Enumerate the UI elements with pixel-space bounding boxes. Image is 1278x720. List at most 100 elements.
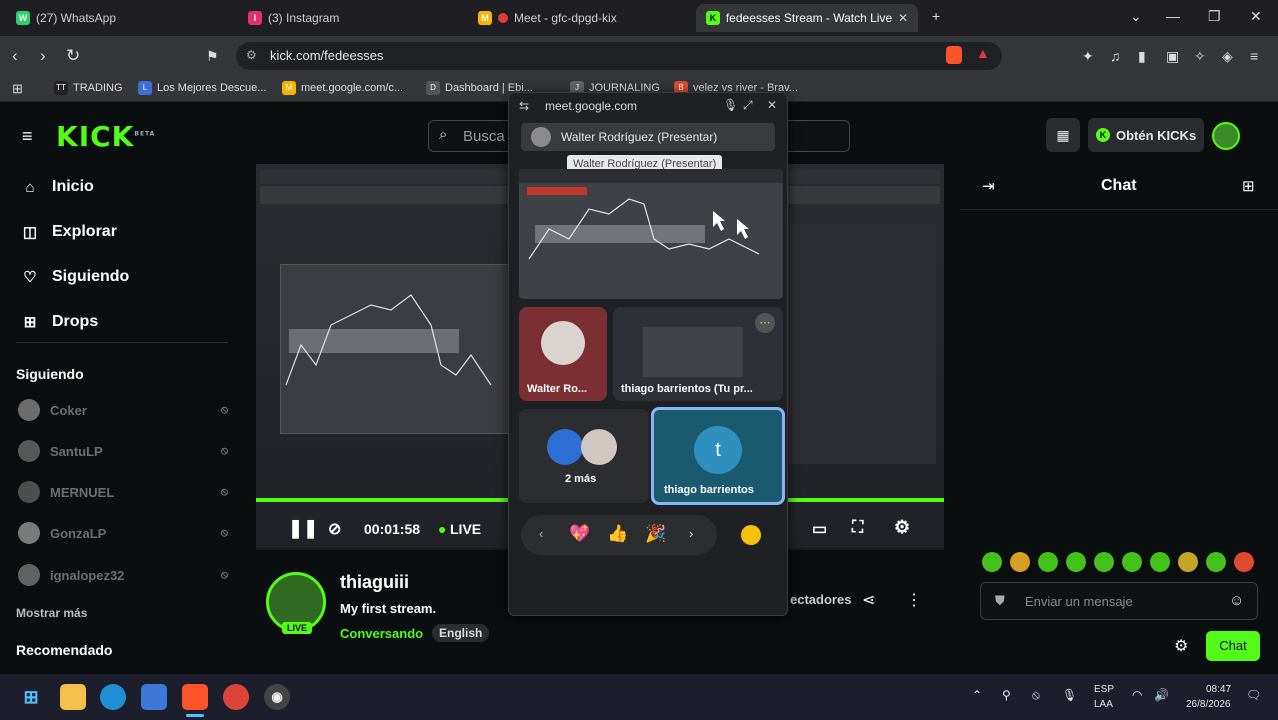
nav-drops[interactable]: ⊞ Drops: [22, 313, 99, 331]
chat-users-icon[interactable]: ⊞: [1242, 177, 1255, 195]
reload-icon[interactable]: ↻: [66, 46, 80, 66]
following-item[interactable]: Coker ⦸: [18, 399, 228, 421]
bookmark-icon[interactable]: ⚑: [206, 48, 219, 65]
emote-icon[interactable]: [1234, 552, 1254, 572]
participant-tile[interactable]: Walter Ro...: [519, 307, 607, 401]
following-item[interactable]: GonzaLP ⦸: [18, 522, 228, 544]
clock-time[interactable]: 08:47: [1206, 684, 1231, 695]
more-participants-tile[interactable]: 2 más: [519, 409, 649, 503]
theater-mode-icon[interactable]: ▭: [812, 519, 827, 539]
close-pip-icon[interactable]: ✕: [767, 98, 777, 112]
wallet-icon[interactable]: ▣: [1166, 48, 1179, 65]
emote-icon[interactable]: [1178, 552, 1198, 572]
following-item[interactable]: ignalopez32 ⦸: [18, 564, 228, 586]
emote-icon[interactable]: [1122, 552, 1142, 572]
more-options-icon[interactable]: ⋮: [906, 590, 922, 610]
mic-tray-icon[interactable]: 🎙: [1062, 688, 1077, 702]
emote-icon[interactable]: [1094, 552, 1114, 572]
fullscreen-icon[interactable]: ⛶: [852, 519, 863, 537]
show-more-link[interactable]: Mostrar más: [16, 606, 87, 620]
language-top[interactable]: ESP: [1094, 684, 1114, 695]
music-icon[interactable]: ♫: [1110, 48, 1121, 64]
emote-icon[interactable]: [982, 552, 1002, 572]
language-bottom[interactable]: LAA: [1094, 699, 1113, 710]
get-kicks-button[interactable]: K Obtén KICKs: [1088, 118, 1204, 152]
hamburger-menu-icon[interactable]: ≡: [22, 126, 33, 147]
minimize-icon[interactable]: —: [1166, 8, 1180, 24]
leo-icon[interactable]: ✧: [1194, 48, 1206, 65]
nav-siguiendo[interactable]: ♡ Siguiendo: [22, 268, 129, 286]
network-off-icon[interactable]: ⦸: [1032, 688, 1040, 703]
brave-rewards-icon[interactable]: ▲: [976, 45, 990, 61]
back-to-tab-icon[interactable]: ⤢: [743, 98, 753, 113]
pip-controls-icon[interactable]: ⇆: [519, 99, 529, 113]
volume-icon[interactable]: 🔊: [1154, 688, 1169, 702]
vpn-icon[interactable]: ◈: [1222, 48, 1233, 65]
edge-icon[interactable]: [100, 684, 126, 710]
send-chat-button[interactable]: Chat: [1206, 631, 1260, 661]
apps-icon[interactable]: ⊞: [12, 81, 23, 97]
sidebar-icon[interactable]: ▮: [1138, 48, 1146, 65]
emote-icon[interactable]: [1066, 552, 1086, 572]
stream-category[interactable]: Conversando: [340, 626, 423, 641]
tab-kick[interactable]: K fedeesses Stream - Watch Live o ✕: [696, 4, 918, 32]
obs-icon[interactable]: ◉: [264, 684, 290, 710]
tab-whatsapp[interactable]: W (27) WhatsApp: [6, 4, 236, 32]
tray-overflow-icon[interactable]: ⌃: [972, 688, 982, 702]
heart-reaction[interactable]: 💖: [569, 524, 590, 544]
emoji-icon[interactable]: ☺: [1229, 592, 1244, 609]
brave-icon[interactable]: [182, 684, 208, 710]
wifi-icon[interactable]: ◠: [1132, 688, 1142, 702]
nav-inicio[interactable]: ⌂ Inicio: [22, 178, 93, 196]
start-icon[interactable]: ⊞: [18, 684, 44, 710]
maximize-icon[interactable]: ❐: [1208, 8, 1221, 25]
collapse-chat-icon[interactable]: ⇥: [982, 177, 995, 195]
store-app-icon[interactable]: [141, 684, 167, 710]
chat-settings-icon[interactable]: ⚙: [1174, 636, 1188, 656]
usb-icon[interactable]: ⚲: [1002, 688, 1011, 702]
close-tab-icon[interactable]: ✕: [898, 11, 908, 25]
close-window-icon[interactable]: ✕: [1250, 8, 1262, 25]
following-item[interactable]: SantuLP ⦸: [18, 440, 228, 462]
presenter-bar[interactable]: Walter Rodríguez (Presentar): [521, 123, 775, 151]
emote-icon[interactable]: [1150, 552, 1170, 572]
chat-message-input[interactable]: ⛊ Enviar un mensaje ☺: [980, 582, 1258, 620]
meet-pip-window[interactable]: ⇆ meet.google.com 🎙 ⤢ ✕ Walter Rodríguez…: [508, 92, 788, 616]
brave-shield-icon[interactable]: [946, 46, 962, 64]
emote-icon[interactable]: [1206, 552, 1226, 572]
new-tab-button[interactable]: +: [932, 8, 940, 24]
raise-hand-icon[interactable]: [741, 525, 761, 545]
reactions-next-icon[interactable]: ›: [689, 526, 693, 541]
bookmark-trading[interactable]: TT TRADING: [54, 81, 123, 95]
stream-tag[interactable]: English: [432, 624, 490, 642]
tab-meet[interactable]: M Meet - gfc-dpgd-kix: [468, 4, 692, 32]
settings-icon[interactable]: ⚙: [894, 517, 910, 538]
mute-icon[interactable]: ⊘: [328, 519, 341, 539]
clock-date[interactable]: 26/8/2026: [1186, 699, 1231, 710]
shared-screen-tile[interactable]: [519, 169, 783, 299]
kick-logo[interactable]: KICKBETA: [56, 120, 155, 153]
notifications-icon[interactable]: 🗨: [1246, 688, 1261, 702]
pause-icon[interactable]: ❚❚: [288, 518, 318, 539]
tab-list-icon[interactable]: ⌄: [1130, 8, 1142, 25]
share-icon[interactable]: ⋖: [862, 590, 875, 610]
menu-icon[interactable]: ≡: [1250, 48, 1258, 64]
emote-icon[interactable]: [1038, 552, 1058, 572]
user-avatar[interactable]: [1212, 122, 1240, 150]
following-item[interactable]: MERNUEL ⦸: [18, 481, 228, 503]
live-label[interactable]: LIVE: [450, 521, 481, 537]
site-info-icon[interactable]: ⚙: [246, 48, 257, 62]
tab-instagram[interactable]: I (3) Instagram: [238, 4, 466, 32]
more-options-icon[interactable]: ⋯: [755, 313, 775, 333]
thumbs-up-reaction[interactable]: 👍: [607, 524, 628, 544]
nav-explorar[interactable]: ◫ Explorar: [22, 223, 117, 241]
bookmark-descuentos[interactable]: L Los Mejores Descue...: [138, 81, 266, 95]
self-view-tile[interactable]: ⋯ thiago barrientos (Tu pr...: [613, 307, 783, 401]
reactions-prev-icon[interactable]: ‹: [539, 526, 543, 541]
emote-icon[interactable]: [1010, 552, 1030, 572]
chrome-icon[interactable]: [223, 684, 249, 710]
back-icon[interactable]: ‹: [12, 46, 18, 66]
bookmark-meet[interactable]: Mmeet.google.com/c...: [282, 81, 403, 95]
store-icon[interactable]: ▦: [1046, 118, 1080, 152]
extensions-icon[interactable]: ✦: [1082, 48, 1094, 65]
